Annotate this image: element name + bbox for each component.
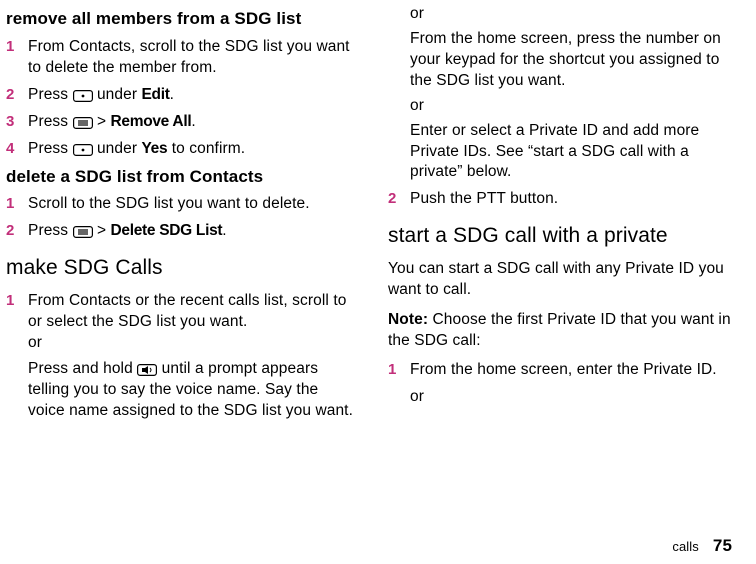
paragraph: Enter or select a Private ID and add mor… (410, 121, 740, 184)
or-separator: or (28, 333, 358, 354)
page-content: remove all members from a SDG list 1 Fro… (0, 0, 756, 426)
step: 2 Press under Edit. (6, 85, 358, 106)
text: Press (28, 113, 73, 130)
text: under (93, 86, 142, 103)
step: 2 Press > Delete SDG List. (6, 221, 358, 242)
text: Press (28, 140, 73, 157)
text: . (222, 222, 226, 239)
heading-start-private: start a SDG call with a private (388, 222, 740, 250)
step: 1 Scroll to the SDG list you want to del… (6, 194, 358, 215)
text: . (170, 86, 174, 103)
text: Press (28, 222, 73, 239)
step: 3 Press > Remove All. (6, 112, 358, 133)
step-text: Push the PTT button. (410, 189, 740, 210)
step-number: 1 (6, 291, 28, 354)
text: > (93, 222, 111, 239)
text: . (191, 113, 195, 130)
step-number: 3 (6, 112, 28, 133)
step-text: From Contacts or the recent calls list, … (28, 291, 358, 354)
softkey-icon (73, 90, 93, 102)
step-continuation: Press and hold until a prompt appears te… (28, 359, 358, 422)
step-text: Press > Remove All. (28, 112, 358, 133)
step: 2 Push the PTT button. (388, 189, 740, 210)
heading-delete-list: delete a SDG list from Contacts (6, 166, 358, 189)
heading-remove-members: remove all members from a SDG list (6, 8, 358, 31)
paragraph: You can start a SDG call with any Privat… (388, 259, 740, 301)
text: to confirm. (167, 140, 245, 157)
step-number: 1 (6, 37, 28, 79)
text: under (93, 140, 142, 157)
ui-label: Yes (142, 140, 168, 157)
step-number: 4 (6, 139, 28, 160)
ui-label: Edit (142, 86, 170, 103)
step-text: Press > Delete SDG List. (28, 221, 358, 242)
step: 4 Press under Yes to confirm. (6, 139, 358, 160)
or-separator: or (410, 387, 740, 408)
step-text: From the home screen, enter the Private … (410, 360, 740, 408)
text: From the home screen, enter the Private … (410, 361, 717, 378)
page-number: 75 (713, 535, 732, 558)
note-text: Choose the first Private ID that you wan… (388, 311, 731, 349)
note: Note: Choose the first Private ID that y… (388, 310, 740, 352)
ui-label: Remove All (111, 113, 192, 130)
text: From Contacts or the recent calls list, … (28, 292, 346, 330)
step-text: Scroll to the SDG list you want to delet… (28, 194, 358, 215)
or-separator: or (410, 4, 740, 25)
step-number: 2 (6, 221, 28, 242)
step-number: 2 (388, 189, 410, 210)
text: Press (28, 86, 73, 103)
text: Press and hold (28, 360, 137, 377)
text: > (93, 113, 111, 130)
step: 1 From the home screen, enter the Privat… (388, 360, 740, 408)
step-number: 1 (388, 360, 410, 408)
step: 1 From Contacts or the recent calls list… (6, 291, 358, 354)
paragraph: From the home screen, press the number o… (410, 29, 740, 92)
note-label: Note: (388, 311, 428, 328)
step-text: From Contacts, scroll to the SDG list yo… (28, 37, 358, 79)
or-separator: or (410, 96, 740, 117)
right-column: or From the home screen, press the numbe… (388, 4, 740, 426)
menu-icon (73, 226, 93, 238)
step-number: 2 (6, 85, 28, 106)
page-footer: calls 75 (672, 535, 732, 558)
softkey-icon (73, 144, 93, 156)
section-label: calls (672, 538, 699, 556)
left-column: remove all members from a SDG list 1 Fro… (6, 4, 358, 426)
step-number: 1 (6, 194, 28, 215)
step-text: Press under Yes to confirm. (28, 139, 358, 160)
step: 1 From Contacts, scroll to the SDG list … (6, 37, 358, 79)
ui-label: Delete SDG List (111, 222, 223, 239)
heading-make-calls: make SDG Calls (6, 254, 358, 282)
menu-icon (73, 117, 93, 129)
speaker-icon (137, 364, 157, 376)
step-text: Press under Edit. (28, 85, 358, 106)
